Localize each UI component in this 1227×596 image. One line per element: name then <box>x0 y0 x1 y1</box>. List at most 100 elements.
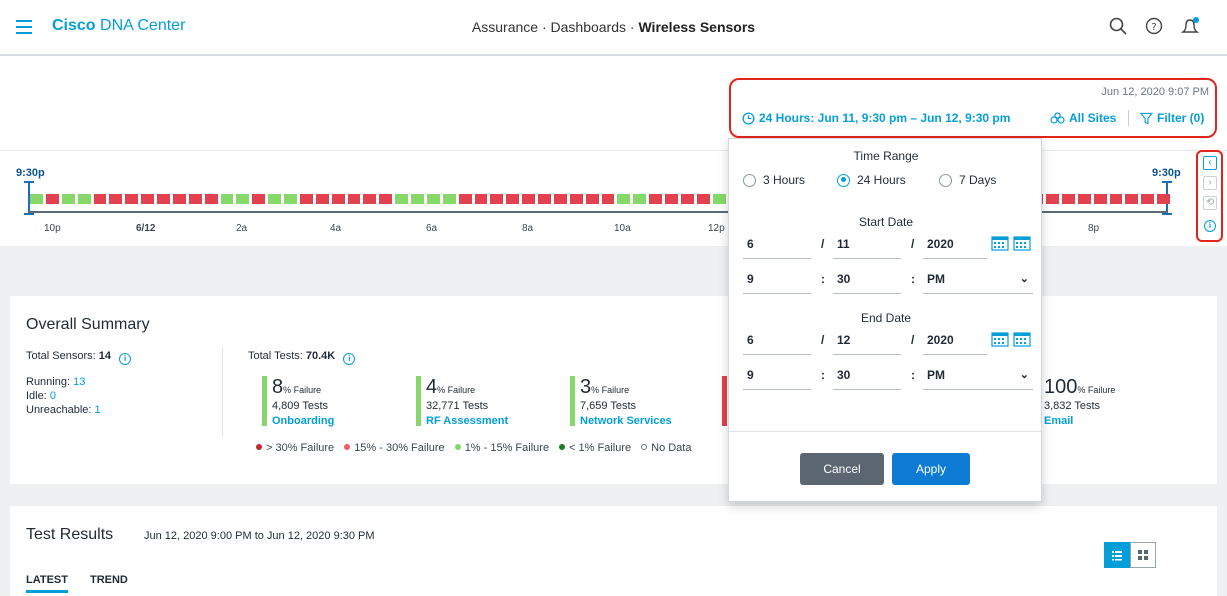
unreachable-value[interactable]: 1 <box>95 404 101 416</box>
timeline-segment[interactable] <box>506 194 520 204</box>
timeline-segment[interactable] <box>363 194 377 204</box>
timeline-segment[interactable] <box>569 194 583 204</box>
timeline-segment[interactable] <box>30 194 43 204</box>
timeline-segment[interactable] <box>157 194 170 204</box>
filter-button[interactable]: Filter (0) <box>1140 111 1204 125</box>
start-hour-field[interactable]: 9 <box>743 264 811 294</box>
timeline-segment[interactable] <box>1125 194 1139 204</box>
timeline-segment[interactable] <box>45 194 59 204</box>
running-value[interactable]: 13 <box>73 376 85 388</box>
start-month-field[interactable]: 6 <box>743 229 811 259</box>
timeline-segment[interactable] <box>696 194 710 204</box>
timeline-segment[interactable] <box>141 194 154 204</box>
test-category-link[interactable]: Email <box>1044 415 1115 427</box>
timeline-segment[interactable] <box>1093 194 1107 204</box>
zoom-reset-icon[interactable]: ⟲ <box>1203 196 1217 210</box>
tab-latest[interactable]: LATEST <box>26 574 68 593</box>
timeline-segment[interactable] <box>172 194 186 204</box>
list-view-icon[interactable] <box>1104 542 1130 568</box>
timeline-segment[interactable] <box>331 194 345 204</box>
timeline-segment[interactable] <box>490 194 504 204</box>
start-day-field[interactable]: 11 <box>833 229 901 259</box>
breadcrumb-dashboards[interactable]: Dashboards <box>551 19 627 35</box>
end-year-field[interactable]: 2020 <box>923 325 987 355</box>
test-category-link[interactable]: RF Assessment <box>426 415 508 427</box>
timeline-segment[interactable] <box>379 194 393 204</box>
test-category-link[interactable]: Onboarding <box>272 415 334 427</box>
start-ampm-select[interactable]: PM ⌄ <box>923 264 1033 294</box>
test-category-link[interactable]: Network Services <box>580 415 672 427</box>
timeline-segment[interactable] <box>109 194 123 204</box>
end-day-field[interactable]: 12 <box>833 325 901 355</box>
timeline-segment[interactable] <box>601 194 615 204</box>
timeline-segment[interactable] <box>236 194 250 204</box>
timeline-segment[interactable] <box>1077 194 1091 204</box>
timeline-segment[interactable] <box>617 194 631 204</box>
timeline-segment[interactable] <box>458 194 472 204</box>
help-icon[interactable]: ? <box>1144 16 1164 36</box>
timeline-segment[interactable] <box>395 194 408 204</box>
start-year-field[interactable]: 2020 <box>923 229 987 259</box>
timeline-segment[interactable] <box>665 194 678 204</box>
info-icon[interactable]: i <box>1204 220 1216 232</box>
all-sites-link[interactable]: All Sites <box>1050 111 1116 125</box>
timeline-segment[interactable] <box>538 194 551 204</box>
info-icon[interactable]: i <box>119 353 132 365</box>
calendar-icon[interactable] <box>1013 331 1031 347</box>
timeline-segment[interactable] <box>1046 194 1059 204</box>
timeline-segment[interactable] <box>1109 194 1123 204</box>
timeline-segment[interactable] <box>712 194 726 204</box>
timeline-segment[interactable] <box>649 194 662 204</box>
idle-value[interactable]: 0 <box>50 390 56 402</box>
timeline-segment[interactable] <box>633 194 647 204</box>
timeline-segment[interactable] <box>553 194 567 204</box>
test-card-network-services[interactable]: 3% Failure 7,659 Tests Network Services <box>570 376 672 427</box>
timeline-segment[interactable] <box>522 194 535 204</box>
timeline-segment[interactable] <box>220 194 234 204</box>
timeline-segment[interactable] <box>315 194 329 204</box>
calendar-icon[interactable] <box>991 331 1009 347</box>
test-card-rf-assessment[interactable]: 4% Failure 32,771 Tests RF Assessment <box>416 376 508 427</box>
timeline-segment[interactable] <box>1061 194 1075 204</box>
time-range-link[interactable]: 24 Hours: Jun 11, 9:30 pm – Jun 12, 9:30… <box>742 111 1010 125</box>
timeline-segment[interactable] <box>585 194 599 204</box>
timeline-segment[interactable] <box>680 194 694 204</box>
timeline-segment[interactable] <box>474 194 488 204</box>
radio-7-days[interactable]: 7 Days <box>939 173 996 187</box>
timeline-segment[interactable] <box>1141 194 1155 204</box>
timeline-segment[interactable] <box>268 194 281 204</box>
start-minute-field[interactable]: 30 <box>833 264 901 294</box>
end-month-field[interactable]: 6 <box>743 325 811 355</box>
notification-icon[interactable] <box>1180 16 1200 36</box>
timeline-segment[interactable] <box>252 194 266 204</box>
timeline-segment[interactable] <box>125 194 139 204</box>
timeline-segment[interactable] <box>93 194 107 204</box>
radio-3-hours[interactable]: 3 Hours <box>743 173 805 187</box>
end-minute-field[interactable]: 30 <box>833 360 901 390</box>
end-ampm-select[interactable]: PM ⌄ <box>923 360 1033 390</box>
timeline-segment[interactable] <box>411 194 424 204</box>
cancel-button[interactable]: Cancel <box>800 453 884 485</box>
timeline-segment[interactable] <box>61 194 75 204</box>
search-icon[interactable] <box>1108 16 1128 36</box>
timeline-segment[interactable] <box>188 194 202 204</box>
timeline-segment[interactable] <box>1157 194 1170 204</box>
breadcrumb-assurance[interactable]: Assurance <box>472 19 538 35</box>
radio-24-hours[interactable]: 24 Hours <box>837 173 906 187</box>
end-hour-field[interactable]: 9 <box>743 360 811 390</box>
timeline-segment[interactable] <box>77 194 91 204</box>
test-card-onboarding[interactable]: 8% Failure 4,809 Tests Onboarding <box>262 376 334 427</box>
timeline-segment[interactable] <box>299 194 313 204</box>
info-icon[interactable]: i <box>343 353 356 365</box>
card-view-icon[interactable] <box>1130 542 1156 568</box>
timeline-segment[interactable] <box>284 194 297 204</box>
calendar-icon[interactable] <box>1013 235 1031 251</box>
calendar-icon[interactable] <box>991 235 1009 251</box>
apply-button[interactable]: Apply <box>892 453 970 485</box>
chevron-right-icon[interactable]: › <box>1203 176 1217 190</box>
chevron-left-icon[interactable]: ‹ <box>1203 156 1217 170</box>
timeline-segment[interactable] <box>442 194 456 204</box>
test-card-email[interactable]: 100% Failure 3,832 Tests Email <box>1038 376 1115 427</box>
tab-trend[interactable]: TREND <box>90 574 128 593</box>
timeline-segment[interactable] <box>426 194 440 204</box>
